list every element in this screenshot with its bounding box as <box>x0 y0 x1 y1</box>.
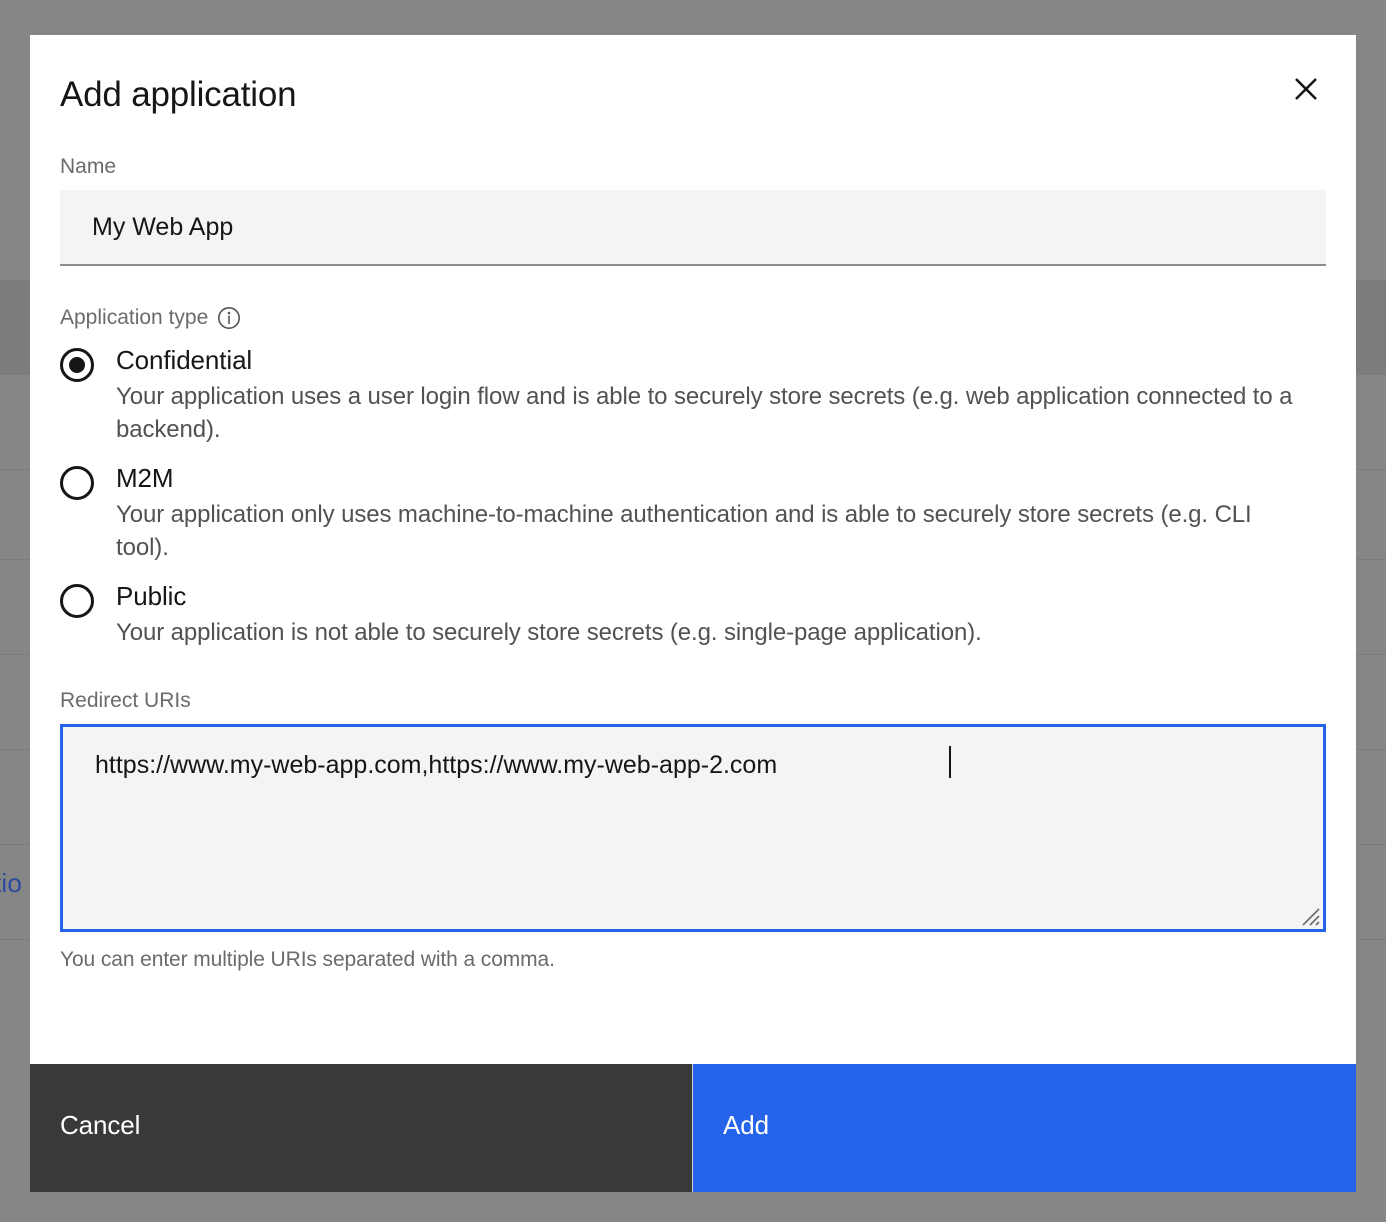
modal-body: Add application Name Application type <box>30 35 1356 1064</box>
close-button[interactable] <box>1278 61 1334 117</box>
text-cursor <box>949 746 951 778</box>
application-type-label-text: Application type <box>60 306 208 330</box>
name-label-text: Name <box>60 155 116 179</box>
page-title: Add application <box>60 35 1326 115</box>
redirect-uris-label: Redirect URIs <box>60 689 1326 713</box>
radio-option-label: Confidential <box>116 344 1306 376</box>
name-input[interactable] <box>60 190 1326 266</box>
add-application-modal: Add application Name Application type <box>30 35 1356 1192</box>
redirect-uris-helper-text: You can enter multiple URIs separated wi… <box>60 948 1326 972</box>
close-icon <box>1292 75 1320 103</box>
background-link-fragment: tio <box>0 868 22 899</box>
radio-button-icon[interactable] <box>60 584 94 618</box>
radio-option-description: Your application is not able to securely… <box>116 616 982 649</box>
application-type-label: Application type <box>60 306 1326 330</box>
radio-option-description: Your application only uses machine-to-ma… <box>116 498 1306 564</box>
redirect-uris-input[interactable] <box>60 724 1326 932</box>
radio-option-description: Your application uses a user login flow … <box>116 380 1306 446</box>
redirect-uris-wrapper <box>60 724 1326 932</box>
radio-option-confidential[interactable]: Confidential Your application uses a user… <box>60 344 1326 446</box>
radio-option-text: M2M Your application only uses machine-to… <box>116 462 1306 564</box>
application-type-radio-group: Confidential Your application uses a user… <box>60 344 1326 649</box>
radio-option-text: Confidential Your application uses a user… <box>116 344 1306 446</box>
radio-option-m2m[interactable]: M2M Your application only uses machine-to… <box>60 462 1326 564</box>
cancel-button[interactable]: Cancel <box>30 1064 693 1192</box>
name-field-label: Name <box>60 155 1326 179</box>
radio-option-text: Public Your application is not able to se… <box>116 580 982 649</box>
modal-footer: Cancel Add <box>30 1064 1356 1192</box>
radio-option-label: M2M <box>116 462 1306 494</box>
redirect-uris-label-text: Redirect URIs <box>60 689 191 713</box>
radio-option-label: Public <box>116 580 982 612</box>
radio-option-public[interactable]: Public Your application is not able to se… <box>60 580 1326 649</box>
radio-button-icon[interactable] <box>60 466 94 500</box>
radio-button-selected-icon[interactable] <box>60 348 94 382</box>
add-button[interactable]: Add <box>693 1064 1356 1192</box>
info-icon[interactable] <box>217 306 241 330</box>
